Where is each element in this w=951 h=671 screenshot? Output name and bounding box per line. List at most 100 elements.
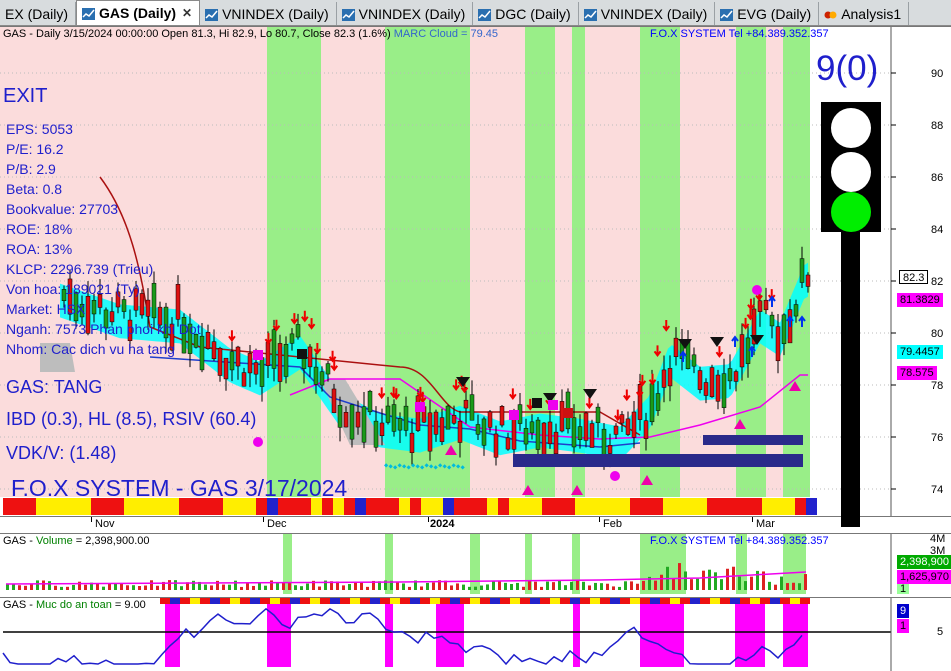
volume-bar [366,586,369,590]
tab-dgc-daily[interactable]: DGC (Daily) [473,2,579,25]
price-axis-label: 88 [931,120,944,132]
volume-bar [234,580,237,590]
volume-bar [48,581,51,590]
candle-body [715,374,721,402]
safety-strip-cell [470,598,480,604]
safety-strip-cell [260,598,270,604]
status-strip-cell [388,498,399,515]
volume-bar [486,584,489,590]
safety-strip-cell [610,598,620,604]
volume-bar [552,582,555,590]
volume-bar [630,581,633,590]
volume-bar [462,584,465,590]
chart-icon [478,8,492,21]
safety-strip-cell [460,598,470,604]
tab-label: VNINDEX (Daily) [600,5,708,22]
volume-bar [480,585,483,590]
safety-strip-cell [360,598,370,604]
safety-strip-cell [320,598,330,604]
volume-bar [474,586,477,590]
volume-flag-tag: 1 [897,584,910,595]
candle-body [277,343,283,382]
status-strip-cell [597,498,608,515]
candle-body [343,412,349,428]
safety-readout: = 9.00 [111,599,146,611]
volume-bar [450,585,453,590]
candle-body [379,422,385,436]
volume-bar [54,585,57,590]
volume-bar [96,583,99,590]
safety-zone [436,603,464,667]
close-tab-icon[interactable]: ✕ [182,6,192,20]
date-axis-label: Feb [603,518,622,530]
candle-body [475,424,481,435]
tab-vnindex-daily-3[interactable]: VNINDEX (Daily) [578,2,716,25]
volume-bar [420,586,423,590]
volume-pane[interactable]: GAS - Volume = 2,398,900.00 F.O.X SYSTEM… [0,533,951,595]
chart-icon [205,8,219,21]
price-pane[interactable]: GAS - Daily 3/15/2024 00:00:00 Open 81.3… [0,26,951,527]
candle-body [175,284,181,320]
volume-bar [498,581,501,590]
status-strip-cell [641,498,652,515]
safety-strip-cell [550,598,560,604]
volume-bar [636,583,639,590]
safety-strip-cell [730,598,740,604]
volume-axis-label: 4M [930,533,946,545]
volume-bar [708,569,711,590]
volume-bar [354,582,357,590]
date-axis-label: Mar [756,518,775,530]
candle-body [499,406,505,426]
status-strip-cell [476,498,487,515]
volume-bar [492,580,495,590]
square-marker [509,410,519,420]
safety-strip-cell [230,598,240,604]
status-strip-cell [674,498,685,515]
circle-marker [752,285,762,295]
candle-body [283,343,289,377]
candle-body [391,404,397,432]
volume-bar [126,585,129,590]
volume-readout: = 2,398,900.00 [72,535,150,547]
tab-ex-daily[interactable]: EX (Daily) [0,2,77,25]
candle-body [607,445,613,454]
safety-strip-cell [750,598,760,604]
candle-body [661,369,667,388]
safety-pane-header: GAS - Muc do an toan = 9.00 [3,599,146,611]
volume-bar [114,583,117,590]
volume-bar [714,572,717,590]
status-strip-cell [498,498,509,515]
tab-evg-daily[interactable]: EVG (Daily) [715,2,820,25]
tab-vnindex-daily-2[interactable]: VNINDEX (Daily) [336,2,474,25]
pb-text: P/B: 2.9 [6,161,56,177]
safety-strip-cell [650,598,660,604]
tab-vnindex-daily[interactable]: VNINDEX (Daily) [200,2,337,25]
volume-bar [468,586,471,590]
volume-bar [174,580,177,590]
candle-body [433,411,439,435]
tab-gas-daily[interactable]: GAS (Daily) ✕ [76,0,201,25]
safety-strip-cell [290,598,300,604]
safety-strip-cell [560,598,570,604]
volume-bar [798,583,801,590]
candle-body [781,314,787,344]
candle-body [217,347,223,376]
volume-bar [42,580,45,590]
status-strip-cell [707,498,718,515]
tab-analysis1[interactable]: Analysis1 [819,2,910,25]
status-strip-cell [531,498,542,515]
safety-strip-cell [390,598,400,604]
eps-text: EPS: 5053 [6,121,73,137]
volume-bar [522,586,525,590]
safety-strip-cell [450,598,460,604]
roe-text: ROE: 18% [6,221,73,237]
tab-label: DGC (Daily) [495,5,571,22]
safety-strip-cell [430,598,440,604]
safety-pane[interactable]: GAS - Muc do an toan = 9.00 5 9 1 [0,597,951,671]
safety-zone [385,603,393,667]
candle-body [307,346,313,368]
safety-strip-cell [210,598,220,604]
volume-bar [84,584,87,590]
status-strip-cell [509,498,520,515]
chart-icon [341,8,355,21]
